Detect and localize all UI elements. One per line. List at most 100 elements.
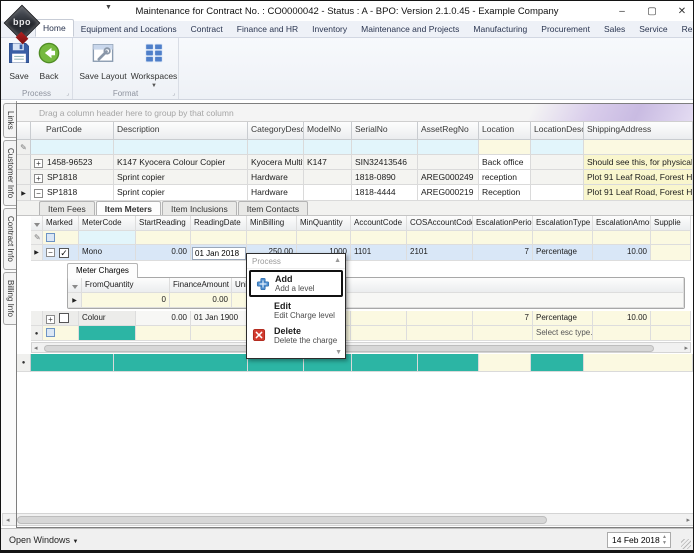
new-escalationtype-cell[interactable]: Select esc type...	[533, 326, 593, 341]
cell-assetregno[interactable]	[418, 155, 479, 170]
save-layout-button[interactable]: Save Layout	[77, 42, 129, 84]
column-header-description[interactable]: Description	[114, 122, 248, 140]
side-tab-billing-info[interactable]: Billing Info	[3, 272, 16, 325]
marked-checkbox-unchecked[interactable]	[59, 313, 69, 323]
cell-categorydesc[interactable]: Hardware	[248, 170, 304, 185]
filter-startreading[interactable]	[136, 231, 191, 245]
tab-item-inclusions[interactable]: Item Inclusions	[162, 201, 237, 215]
cell-shippingaddress[interactable]: Plot 91 Leaf Road, Forest Hills,	[584, 170, 693, 185]
column-header-modelno[interactable]: ModelNo	[304, 122, 352, 140]
column-header-escalationtype[interactable]: EscalationType	[533, 216, 593, 231]
cell-financeamount[interactable]: 0.00	[170, 293, 232, 308]
side-tab-links[interactable]: Links	[3, 103, 16, 138]
filter-categorydesc[interactable]	[248, 140, 304, 155]
column-header-fromquantity[interactable]: FromQuantity	[82, 278, 170, 293]
side-tab-contract-info[interactable]: Contract Info	[3, 208, 16, 270]
new-escalationperiod-cell[interactable]	[473, 326, 533, 341]
cell-modelno[interactable]	[304, 185, 352, 201]
open-windows-button[interactable]: Open Windows ▼	[9, 535, 79, 545]
cell-locationdesc[interactable]	[531, 155, 584, 170]
cell-description[interactable]: Sprint copier	[114, 185, 248, 201]
tab-meter-charges[interactable]: Meter Charges	[67, 263, 138, 278]
resize-grip[interactable]	[681, 539, 691, 549]
new-supplier-cell[interactable]	[651, 326, 691, 341]
column-header-cosaccountcode[interactable]: COSAccountCode	[407, 216, 473, 231]
cell-location[interactable]: reception	[479, 170, 531, 185]
cell-escalationtype[interactable]: Percentage	[533, 311, 593, 326]
cell-location[interactable]: Back office	[479, 155, 531, 170]
ribbon-tab-reporting[interactable]: Reporting	[675, 21, 694, 37]
cell-fromquantity[interactable]: 0	[82, 293, 170, 308]
minimize-button[interactable]: –	[615, 6, 629, 17]
cell-locationdesc[interactable]	[531, 185, 584, 201]
filter-minquantity[interactable]	[297, 231, 351, 245]
cell-metercode[interactable]: Mono	[79, 245, 136, 261]
cell-assetregno[interactable]: AREG000249	[418, 170, 479, 185]
filter-funnel-icon[interactable]	[34, 223, 40, 227]
system-date-field[interactable]: 14 Feb 2018 ▲▼	[607, 532, 671, 548]
ribbon-tab-equipment-and-locations[interactable]: Equipment and Locations	[74, 21, 184, 37]
cell-location[interactable]: Reception	[479, 185, 531, 201]
cell-accountcode[interactable]: 1101	[351, 245, 407, 261]
back-button[interactable]: Back	[27, 42, 71, 84]
ribbon-tab-procurement[interactable]: Procurement	[534, 21, 597, 37]
process-dialog-launcher-icon[interactable]: ⌟	[66, 90, 69, 97]
menu-item-edit[interactable]: Edit Edit Charge level	[247, 298, 345, 323]
new-locationdesc-required-cell[interactable]	[531, 354, 584, 372]
new-description-required-cell[interactable]	[114, 354, 248, 372]
cell-escalationperiod[interactable]: 7	[473, 245, 533, 261]
filter-escalationtype[interactable]	[533, 231, 593, 245]
workspaces-button[interactable]: Workspaces ▼	[129, 42, 179, 89]
cell-startreading[interactable]: 0.00	[136, 245, 191, 261]
new-readingdate-cell[interactable]	[191, 326, 247, 341]
ribbon-tab-service[interactable]: Service	[632, 21, 674, 37]
filter-minbilling[interactable]	[247, 231, 297, 245]
new-location-cell[interactable]	[479, 354, 531, 372]
cell-categorydesc[interactable]: Hardware	[248, 185, 304, 201]
column-header-assetregno[interactable]: AssetRegNo	[418, 122, 479, 140]
cell-serialno[interactable]: SIN32413546	[352, 155, 418, 170]
column-header-minbilling[interactable]: MinBilling	[247, 216, 297, 231]
column-header-escalationamount[interactable]: EscalationAmount	[593, 216, 651, 231]
column-header-accountcode[interactable]: AccountCode	[351, 216, 407, 231]
ribbon-tab-finance-and-hr[interactable]: Finance and HR	[230, 21, 305, 37]
filter-readingdate[interactable]	[191, 231, 247, 245]
tab-item-contacts[interactable]: Item Contacts	[238, 201, 308, 215]
new-serialno-required-cell[interactable]	[352, 354, 418, 372]
cell-modelno[interactable]: K147	[304, 155, 352, 170]
filter-location[interactable]	[479, 140, 531, 155]
expand-icon[interactable]: +	[34, 174, 43, 183]
ribbon-tab-maintenance-and-projects[interactable]: Maintenance and Projects	[354, 21, 466, 37]
column-header-categorydesc[interactable]: CategoryDesc	[248, 122, 304, 140]
marked-checkbox-checked[interactable]: ✓	[59, 248, 69, 258]
format-dialog-launcher-icon[interactable]: ⌟	[172, 90, 175, 97]
column-header-supplier[interactable]: Supplie	[651, 216, 691, 231]
scrollbar-thumb[interactable]	[17, 516, 547, 524]
filter-modelno[interactable]	[304, 140, 352, 155]
ribbon-tab-inventory[interactable]: Inventory	[305, 21, 354, 37]
quick-access-dropdown-icon[interactable]: ▼	[105, 4, 112, 11]
new-metercode-required-cell[interactable]	[79, 326, 136, 341]
cell-assetregno[interactable]: AREG000219	[418, 185, 479, 201]
filter-locationdesc[interactable]	[531, 140, 584, 155]
filter-description[interactable]	[114, 140, 248, 155]
cell-description[interactable]: Sprint copier	[114, 170, 248, 185]
cell-shippingaddress[interactable]: Should see this, for physical ad	[584, 155, 693, 170]
cell-escalationamount[interactable]: 10.00	[593, 311, 651, 326]
column-header-startreading[interactable]: StartReading	[136, 216, 191, 231]
column-header-partcode[interactable]: PartCode	[31, 122, 114, 140]
column-header-marked[interactable]: Marked	[43, 216, 79, 231]
filter-cosaccountcode[interactable]	[407, 231, 473, 245]
cell-escalationtype[interactable]: Percentage	[533, 245, 593, 261]
cell-escalationamount[interactable]: 10.00	[593, 245, 651, 261]
column-header-metercode[interactable]: MeterCode	[79, 216, 136, 231]
date-spinner[interactable]: ▲▼	[660, 534, 669, 546]
reading-date-editor[interactable]: 01 Jan 2018	[192, 247, 246, 260]
filter-metercode[interactable]	[79, 231, 136, 245]
group-by-bar[interactable]: Drag a column header here to group by th…	[17, 104, 693, 122]
cell-supplier[interactable]	[651, 245, 691, 261]
collapse-icon[interactable]: −	[34, 189, 43, 198]
new-shippingaddress-cell[interactable]	[584, 354, 693, 372]
column-header-shippingaddress[interactable]: ShippingAddress	[584, 122, 693, 140]
expand-icon[interactable]: +	[34, 159, 43, 168]
